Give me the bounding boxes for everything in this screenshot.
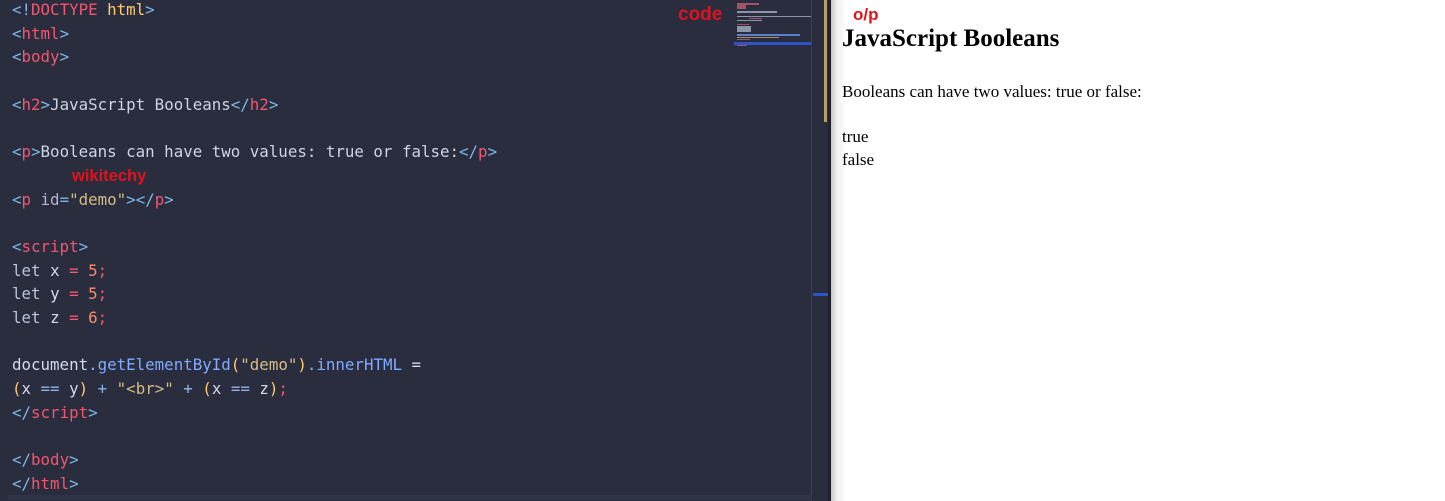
output-pane: o/p JavaScript Booleans Booleans can hav… <box>831 0 1445 501</box>
minimap[interactable] <box>737 3 812 47</box>
minimap-line <box>737 30 751 32</box>
horizontal-scrollbar[interactable] <box>8 495 812 500</box>
code-line: let x = 5; <box>12 260 108 280</box>
code-area[interactable]: <!DOCTYPE html> <html> <body> <h2>JavaScrip… <box>12 0 802 495</box>
minimap-line <box>737 11 777 13</box>
editor-pane[interactable]: <!DOCTYPE html> <html> <body> <h2>JavaScrip… <box>0 0 830 501</box>
minimap-viewport-indicator <box>734 42 811 45</box>
code-line: document.getElementById("demo").innerHTM… <box>12 355 422 375</box>
code-line: <p>Booleans can have two values: true or… <box>12 142 498 162</box>
minimap-line <box>737 44 747 47</box>
code-line: let y = 5; <box>12 284 108 304</box>
output-annotation-label: o/p <box>853 5 879 24</box>
vertical-scrollbar-thumb[interactable] <box>813 293 828 296</box>
code-line: <script> <box>12 236 89 256</box>
minimap-line <box>737 38 750 41</box>
code-line: </html> <box>12 473 79 493</box>
pane-shadow <box>831 0 847 501</box>
code-annotation-label: code <box>678 4 723 25</box>
output-paragraph: Booleans can have two values: true or fa… <box>842 82 1142 101</box>
code-line: </body> <box>12 450 79 470</box>
code-line: <body> <box>12 47 70 67</box>
wikitechy-watermark: wikitechy <box>72 166 147 185</box>
code-line: <p id="demo"></p> <box>12 189 174 209</box>
output-heading: JavaScript Booleans <box>842 25 1060 52</box>
minimap-line <box>737 7 746 9</box>
code-line: let z = 6; <box>12 307 108 327</box>
minimap-line <box>737 19 762 22</box>
output-line: true <box>842 127 869 146</box>
code-line: <h2>JavaScript Booleans</h2> <box>12 94 279 114</box>
tan-marker-line <box>824 0 827 122</box>
code-line: wikitechy <box>12 164 802 188</box>
output-result: true false <box>842 125 874 171</box>
code-line: </script> <box>12 402 98 422</box>
output-line: false <box>842 150 875 169</box>
code-line: (x == y) + "<br>" + (x == z); <box>12 379 288 398</box>
scrollbar-track-divider <box>811 0 812 501</box>
